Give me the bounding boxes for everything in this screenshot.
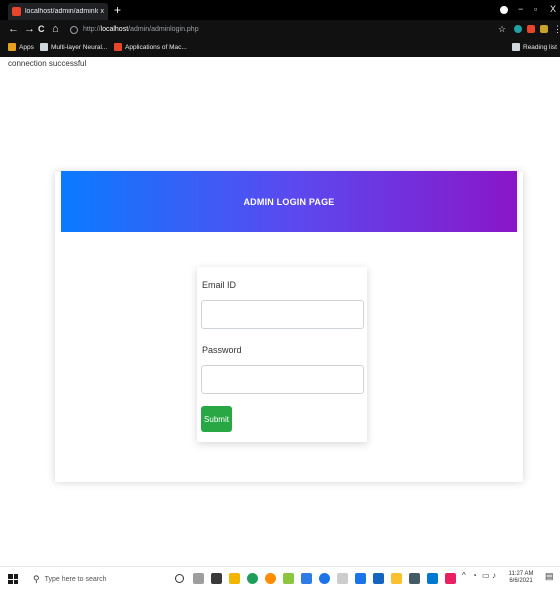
profile-icon[interactable] [500,6,508,14]
page-favicon-icon [12,7,21,16]
extension-icon[interactable] [514,25,522,33]
bookmarks-bar: Apps Multi-layer Neural... Applications … [0,39,560,57]
bookmark-star-icon[interactable]: ☆ [498,22,506,36]
forward-button[interactable]: → [24,22,35,36]
reading-list[interactable]: Reading list [512,43,557,51]
reading-list-icon [512,43,520,51]
connection-status-text: connection successful [8,59,87,68]
tray-overflow-icon[interactable]: ^ [462,572,466,580]
extensions-puzzle-icon[interactable] [540,25,548,33]
site-info-icon[interactable] [70,25,78,34]
new-tab-button[interactable]: + [114,3,121,17]
taskbar-search-box[interactable]: ⚲ Type here to search [27,570,145,588]
windows-taskbar: ⚲ Type here to search ^ ◔ ▭ ♪ 11:27 AM 6… [0,566,560,590]
app-icon[interactable] [265,573,276,584]
tab-close-icon[interactable]: x [101,8,105,15]
restore-button[interactable]: ▫ [534,4,537,14]
browser-toolbar: ← → C ⌂ http://localhost/admin/adminlogi… [0,20,560,39]
search-placeholder: Type here to search [44,575,107,583]
email-field[interactable] [201,300,364,329]
extension-icon[interactable] [527,25,535,33]
bluetooth-icon[interactable] [355,573,366,584]
address-bar[interactable]: http://localhost/admin/adminlogin.php [66,22,486,37]
store-icon[interactable] [211,573,222,584]
clock[interactable]: 11:27 AM 6/6/2021 [506,571,536,585]
app-icon[interactable] [283,573,294,584]
search-icon: ⚲ [33,573,40,584]
reload-button[interactable]: C [38,22,45,36]
notifications-icon[interactable]: ▤ [545,572,554,581]
url-text: http://localhost/admin/adminlogin.php [83,26,199,33]
close-window-button[interactable]: X [550,4,556,14]
tab-title: localhost/admin/adminlogin.php [25,8,98,15]
password-label: Password [202,345,242,355]
whatsapp-icon[interactable] [247,573,258,584]
file-explorer-icon[interactable] [229,573,240,584]
app-icon[interactable] [337,573,348,584]
bookmark-applications-of-mac[interactable]: Applications of Mac... [114,43,187,51]
chrome-icon[interactable] [319,573,330,584]
windows-start-icon[interactable] [8,574,18,584]
card-header: ADMIN LOGIN PAGE [61,171,517,232]
browser-menu-icon[interactable]: ⋮ [553,22,560,36]
task-view-icon[interactable] [193,573,204,584]
bookmark-multi-layer-neural[interactable]: Multi-layer Neural... [40,43,107,51]
cortana-icon[interactable] [175,574,184,583]
app-icon[interactable] [391,573,402,584]
email-label: Email ID [202,280,237,290]
network-icon[interactable]: ◔ [472,572,477,580]
minimize-button[interactable]: − [518,4,523,14]
app-icon[interactable] [427,573,438,584]
app-icon[interactable] [445,573,456,584]
vscode-icon[interactable] [301,573,312,584]
login-card: ADMIN LOGIN PAGE Email ID Password Submi… [55,171,523,482]
volume-icon[interactable]: ♪ [492,572,496,580]
page-icon [40,43,48,51]
page-icon [114,43,122,51]
bookmark-apps[interactable]: Apps [8,43,34,51]
browser-tab-bar: localhost/admin/adminlogin.php x + − ▫ X [0,0,560,20]
password-field[interactable] [201,365,364,394]
app-icon[interactable] [373,573,384,584]
page-title: ADMIN LOGIN PAGE [243,196,335,207]
back-button[interactable]: ← [8,22,19,36]
home-button[interactable]: ⌂ [52,22,59,36]
browser-tab[interactable]: localhost/admin/adminlogin.php x [8,3,108,20]
login-form: Email ID Password Submit [197,267,367,442]
app-icon[interactable] [409,573,420,584]
apps-grid-icon [8,43,16,51]
battery-icon[interactable]: ▭ [482,572,490,580]
submit-button[interactable]: Submit [201,406,232,432]
